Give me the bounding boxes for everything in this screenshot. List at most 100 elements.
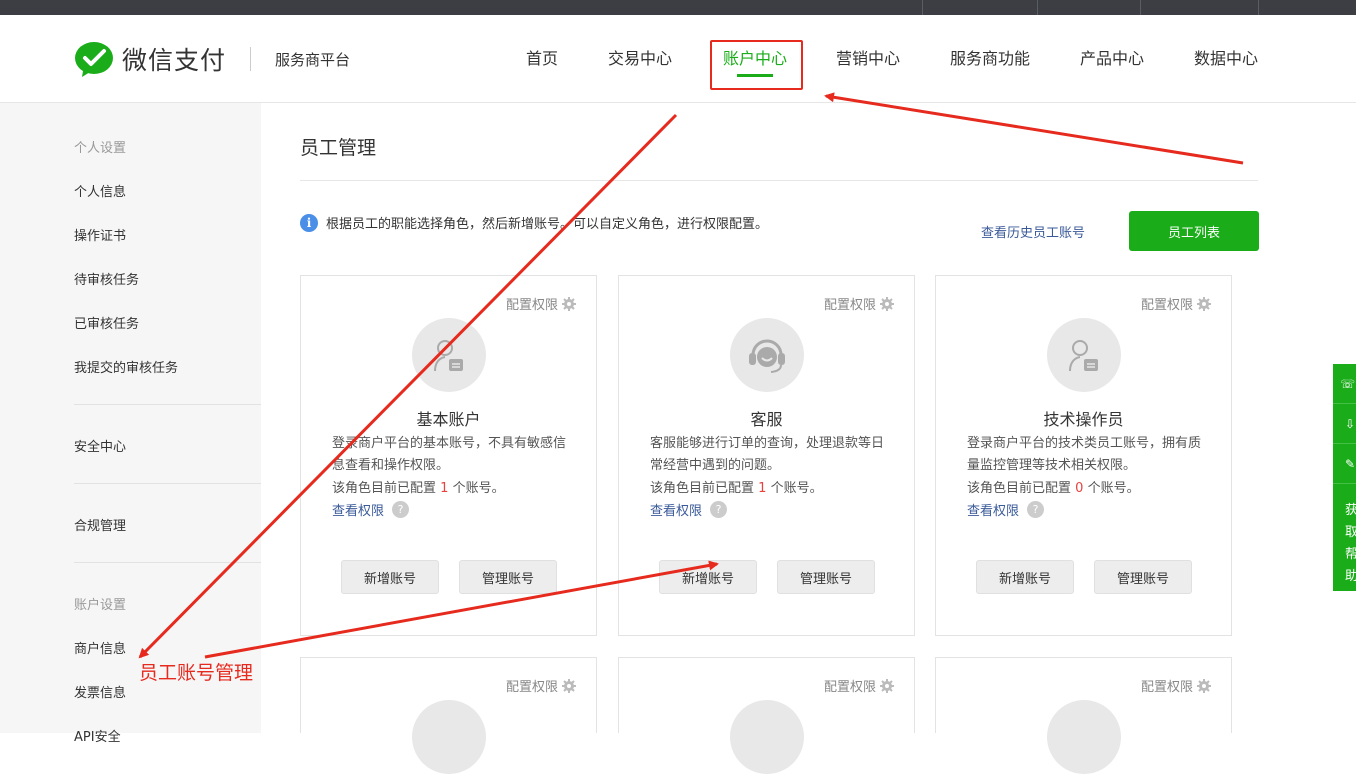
role-avatar [730,700,804,774]
nav-home[interactable]: 首页 [526,45,558,69]
sidebar-item-submitted-tasks[interactable]: 我提交的审核任务 [74,357,178,376]
config-permission-label: 配置权限 [505,298,558,313]
sidebar-item-compliance[interactable]: 合规管理 [74,515,126,534]
top-strip [0,0,1356,15]
brand-name: 微信支付 [122,46,227,75]
role-name: 客服 [750,410,783,429]
sidebar-item-security[interactable]: 安全中心 [74,436,126,455]
annotation-highlight-box [710,40,803,90]
manage-account-button[interactable]: 管理账号 [459,560,557,594]
manage-account-button[interactable]: 管理账号 [777,560,875,594]
annotation-label: 员工账号管理 [139,662,254,684]
config-permission-link[interactable]: 配置权限 [824,676,894,695]
config-permission-label: 配置权限 [823,680,876,695]
config-permission-link[interactable]: 配置权限 [824,294,894,313]
config-permission-label: 配置权限 [1140,298,1193,313]
person-doc-icon [434,339,463,372]
add-account-button[interactable]: 新增账号 [976,560,1074,594]
role-avatar [412,700,486,774]
config-permission-label: 配置权限 [1140,680,1193,695]
info-tip: i 根据员工的职能选择角色，然后新增账号。可以自定义角色，进行权限配置。 [300,213,768,232]
logo[interactable]: 微信支付 服务商平台 [74,39,350,79]
header: 微信支付 服务商平台 首页 交易中心 账户中心 营销中心 服务商功能 产品中心 … [0,15,1356,103]
title-divider [300,180,1258,181]
role-card-customer-service: 配置权限 客服 客服能够进行订单的查询，处理退款等日常经营中遇到的问题。 该角色… [618,275,915,636]
nav-provider-functions[interactable]: 服务商功能 [950,45,1030,69]
sidebar-divider [74,404,261,405]
sidebar-item-api-security[interactable]: API安全 [74,726,121,745]
help-icon[interactable]: ? [1027,501,1045,518]
platform-name: 服务商平台 [275,50,351,69]
role-account-count: 该角色目前已配置 1 个账号。 [650,481,823,496]
person-doc-icon [1069,339,1098,372]
sidebar-divider [74,562,261,563]
top-strip-divider [1140,0,1141,15]
nav-trade-center[interactable]: 交易中心 [608,45,672,69]
employee-list-button[interactable]: 员工列表 [1129,211,1259,251]
role-description: 登录商户平台的基本账号，不具有敏感信息查看和操作权限。 [332,436,567,473]
sidebar-group-account: 账户设置 [74,598,127,613]
help-icon[interactable]: ? [710,501,728,518]
edit-icon[interactable]: ✎ [1333,444,1356,484]
help-icon[interactable]: ? [392,501,410,518]
sidebar-divider [74,483,261,484]
role-description: 登录商户平台的技术类员工账号，拥有质量监控管理等技术相关权限。 [967,436,1202,473]
page-title: 员工管理 [300,137,377,159]
arrow-to-account-center [824,92,1244,165]
gear-icon [880,296,894,311]
floating-help-bar: ☏ ⇩ ✎ 获取帮助 [1333,364,1356,591]
history-accounts-link[interactable]: 查看历史员工账号 [981,222,1085,241]
role-avatar [412,318,486,392]
manage-account-button[interactable]: 管理账号 [1094,560,1192,594]
phone-icon[interactable]: ☏ [1333,364,1356,404]
download-icon[interactable]: ⇩ [1333,404,1356,444]
sidebar-item-certificate[interactable]: 操作证书 [74,225,126,244]
role-name: 基本账户 [416,410,481,429]
config-permission-link[interactable]: 配置权限 [1141,676,1211,695]
config-permission-link[interactable]: 配置权限 [506,676,576,695]
role-account-count: 该角色目前已配置 0 个账号。 [967,481,1140,496]
nav-data-center[interactable]: 数据中心 [1194,45,1258,69]
top-strip-divider [922,0,923,15]
sidebar-item-invoice-info[interactable]: 发票信息 [74,682,126,701]
gear-icon [1197,678,1211,693]
info-icon: i [300,213,318,232]
role-card-basic: 配置权限 基本账户 登录商户平台的基本账号，不具有敏感信息查看和操作权限。 该角… [300,275,597,636]
add-account-button[interactable]: 新增账号 [341,560,439,594]
role-card-row2-2: 配置权限 [618,657,915,774]
view-permission-link[interactable]: 查看权限? [650,500,728,519]
view-permission-link[interactable]: 查看权限? [967,500,1045,519]
sidebar-item-pending-tasks[interactable]: 待审核任务 [74,269,139,288]
role-card-row2-3: 配置权限 [935,657,1232,774]
gear-icon [562,296,576,311]
gear-icon [562,678,576,693]
nav-marketing-center[interactable]: 营销中心 [836,45,900,69]
top-strip-divider [1258,0,1259,15]
role-card-tech-operator: 配置权限 技术操作员 登录商户平台的技术类员工账号，拥有质量监控管理等技术相关权… [935,275,1232,636]
headset-icon [749,339,785,373]
config-permission-link[interactable]: 配置权限 [1141,294,1211,313]
role-account-count: 该角色目前已配置 1 个账号。 [332,481,505,496]
role-avatar [1047,318,1121,392]
sidebar-group-personal: 个人设置 [74,141,127,156]
gear-icon [880,678,894,693]
sidebar-item-personal-info[interactable]: 个人信息 [74,181,126,200]
config-permission-label: 配置权限 [505,680,558,695]
info-tip-text: 根据员工的职能选择角色，然后新增账号。可以自定义角色，进行权限配置。 [326,217,769,232]
role-avatar [1047,700,1121,774]
nav-product-center[interactable]: 产品中心 [1080,45,1144,69]
sidebar-item-merchant-info[interactable]: 商户信息 [74,638,126,657]
role-name: 技术操作员 [1043,410,1124,429]
add-account-button[interactable]: 新增账号 [659,560,757,594]
config-permission-link[interactable]: 配置权限 [506,294,576,313]
sidebar-item-reviewed-tasks[interactable]: 已审核任务 [74,313,139,332]
sidebar: 个人设置 个人信息 操作证书 待审核任务 已审核任务 我提交的审核任务 安全中心… [0,103,261,745]
role-card-row2-1: 配置权限 [300,657,597,774]
view-permission-link[interactable]: 查看权限? [332,500,410,519]
wechat-pay-logo-icon [75,42,113,77]
gear-icon [1197,296,1211,311]
top-strip-divider [1037,0,1038,15]
logo-divider [250,47,252,71]
role-avatar [730,318,804,392]
get-help-link[interactable]: 获取帮助 [1345,500,1356,588]
